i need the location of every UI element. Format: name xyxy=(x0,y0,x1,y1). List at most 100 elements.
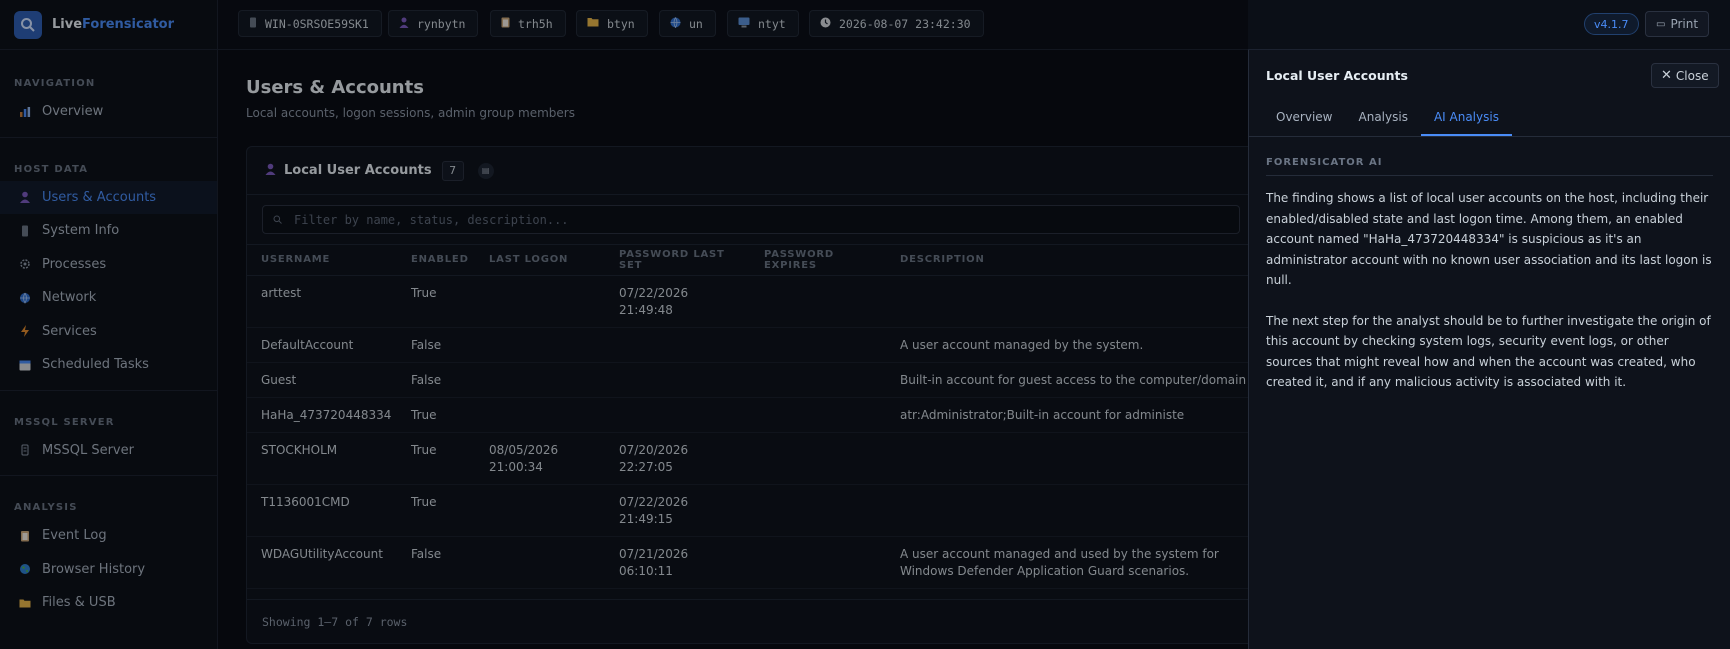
column-header-enabled[interactable]: ENABLED xyxy=(397,245,475,276)
table-row[interactable]: T1136001CMD True 07/22/2026 21:49:15 xyxy=(247,484,1255,537)
sidebar-item-label: Files & USB xyxy=(42,595,116,611)
sidebar-item-browser-history[interactable]: Browser History xyxy=(0,553,217,587)
column-header-password-expires[interactable]: PASSWORD EXPIRES xyxy=(750,245,886,276)
export-icon[interactable]: ▤ xyxy=(477,162,494,179)
cell-enabled: False xyxy=(397,536,475,589)
sidebar-item-system-info[interactable]: System Info xyxy=(0,214,217,248)
clock-icon xyxy=(820,17,831,31)
cell-last-logon: 08/05/2026 21:00:34 xyxy=(475,432,605,485)
brand[interactable]: LiveForensicator xyxy=(0,0,217,50)
table-row[interactable]: STOCKHOLM True 08/05/2026 21:00:34 07/20/… xyxy=(247,432,1255,485)
page-title: Users & Accounts xyxy=(246,77,424,98)
cell-password-expires xyxy=(750,536,886,589)
cell-password-last-set: 07/22/2026 21:49:48 xyxy=(605,275,750,328)
table-footer: Showing 1–7 of 7 rows xyxy=(247,599,1255,643)
table-row[interactable]: Guest False Built-in account for guest a… xyxy=(247,362,1255,398)
nav-section-title: ANALYSIS xyxy=(14,502,78,513)
cell-password-expires xyxy=(750,362,886,398)
cell-description xyxy=(886,484,1255,537)
page-subtitle: Local accounts, logon sessions, admin gr… xyxy=(246,106,575,120)
cell-username: HaHa_473720448334 xyxy=(247,397,397,433)
column-header-description[interactable]: DESCRIPTION xyxy=(886,245,1255,276)
nav-section-title: NAVIGATION xyxy=(14,78,96,89)
cell-username: STOCKHOLM xyxy=(247,432,397,485)
nav-section-title: MSSQL SERVER xyxy=(14,416,115,428)
sidebar-item-files-usb[interactable]: Files & USB xyxy=(0,586,217,620)
cell-enabled: False xyxy=(397,362,475,398)
cell-last-logon xyxy=(475,484,605,537)
column-header-password-last-set[interactable]: PASSWORD LAST SET xyxy=(605,245,750,276)
sidebar-item-label: Event Log xyxy=(42,528,107,544)
tab-ai-analysis[interactable]: AI Analysis xyxy=(1420,100,1512,136)
gear-icon xyxy=(18,257,32,271)
table-row[interactable]: WDAGUtilityAccount False 07/21/2026 06:10… xyxy=(247,536,1255,589)
cell-password-expires xyxy=(750,484,886,537)
sidebar-item-label: Scheduled Tasks xyxy=(42,357,149,373)
table-row[interactable]: HaHa_473720448334 True atr:Administrator… xyxy=(247,397,1255,433)
filter-input[interactable]: Filter by name, status, description... xyxy=(262,205,1240,234)
close-icon: ✕ xyxy=(1661,68,1672,83)
close-label: Close xyxy=(1675,68,1709,83)
database-icon xyxy=(18,443,32,457)
sidebar-item-users-accounts[interactable]: Users & Accounts xyxy=(0,180,217,214)
column-header-last-logon[interactable]: LAST LOGON xyxy=(475,245,605,276)
sidebar-item-scheduled-tasks[interactable]: Scheduled Tasks xyxy=(0,348,217,382)
user-icon xyxy=(265,163,276,179)
cell-password-expires xyxy=(750,397,886,433)
cell-username: Guest xyxy=(247,362,397,398)
table-row[interactable]: arttest True 07/22/2026 21:49:48 xyxy=(247,275,1255,328)
chip-text: ntyt xyxy=(758,16,786,31)
globe-icon xyxy=(18,291,32,305)
sidebar-item-mssql-server[interactable]: MSSQL Server xyxy=(0,434,217,468)
table-row[interactable]: DefaultAccount False A user account mana… xyxy=(247,327,1255,363)
nav-section-navigation: NAVIGATION Overview xyxy=(0,50,217,138)
cell-password-expires xyxy=(750,275,886,328)
cell-username: arttest xyxy=(247,275,397,328)
tab-analysis[interactable]: Analysis xyxy=(1346,100,1421,136)
cell-last-logon xyxy=(475,397,605,433)
calendar-icon xyxy=(18,358,32,372)
print-button[interactable]: ▭ Print xyxy=(1645,11,1710,37)
bolt-icon xyxy=(18,324,32,338)
row-count-badge: 7 xyxy=(441,160,464,181)
sidebar-item-label: Browser History xyxy=(42,561,146,577)
cell-password-last-set xyxy=(605,362,750,398)
tab-overview[interactable]: Overview xyxy=(1263,100,1346,136)
close-button[interactable]: ✕ Close xyxy=(1651,63,1719,88)
column-header-username[interactable]: USERNAME xyxy=(247,245,397,276)
cell-last-logon xyxy=(475,536,605,589)
print-icon: ▭ xyxy=(1656,18,1666,30)
sidebar-item-services[interactable]: Services xyxy=(0,315,217,349)
cell-description xyxy=(886,432,1255,485)
clipboard-icon xyxy=(501,17,510,31)
cell-password-expires xyxy=(750,327,886,363)
sidebar-item-network[interactable]: Network xyxy=(0,281,217,315)
chip-text: 2026-08-07 23:42:30 xyxy=(839,16,971,31)
sidebar-item-event-log[interactable]: Event Log xyxy=(0,519,217,553)
cell-password-last-set: 07/21/2026 06:10:11 xyxy=(605,536,750,589)
nav-section-title: HOST DATA xyxy=(14,163,89,175)
user-icon xyxy=(399,17,409,31)
cell-password-last-set: 07/20/2026 22:27:05 xyxy=(605,432,750,485)
drawer-tabs: Overview Analysis AI Analysis xyxy=(1249,100,1730,137)
detail-drawer: Local User Accounts ✕ Close Overview Ana… xyxy=(1248,50,1730,649)
network-chip: un xyxy=(659,10,716,37)
nav-section-analysis: ANALYSIS Event Log Browser History Files… xyxy=(0,476,217,628)
cell-password-expires xyxy=(750,432,886,485)
cell-description: Built-in account for guest access to the… xyxy=(886,362,1255,398)
cell-enabled: True xyxy=(397,275,475,328)
chip-text: WIN-0SRSOE59SK1 xyxy=(265,16,369,31)
sidebar-item-overview[interactable]: Overview xyxy=(0,95,217,129)
ai-paragraph: The next step for the analyst should be … xyxy=(1266,313,1711,390)
device-icon xyxy=(18,224,32,238)
magnifier-logo-icon xyxy=(14,10,42,39)
cell-description: atr:Administrator;Built-in account for a… xyxy=(886,397,1255,433)
table-header-row: USERNAME ENABLED LAST LOGON PASSWORD LAS… xyxy=(247,245,1255,276)
top-bar: WIN-0SRSOE59SK1 rynbytn trh5h btyn un nt… xyxy=(218,0,1730,50)
filter-placeholder: Filter by name, status, description... xyxy=(294,212,569,227)
cell-last-logon xyxy=(475,362,605,398)
sidebar-item-processes[interactable]: Processes xyxy=(0,248,217,282)
cell-description: A user account managed by the system. xyxy=(886,327,1255,363)
cell-description: A user account managed and used by the s… xyxy=(886,536,1255,589)
user-icon xyxy=(18,190,32,204)
